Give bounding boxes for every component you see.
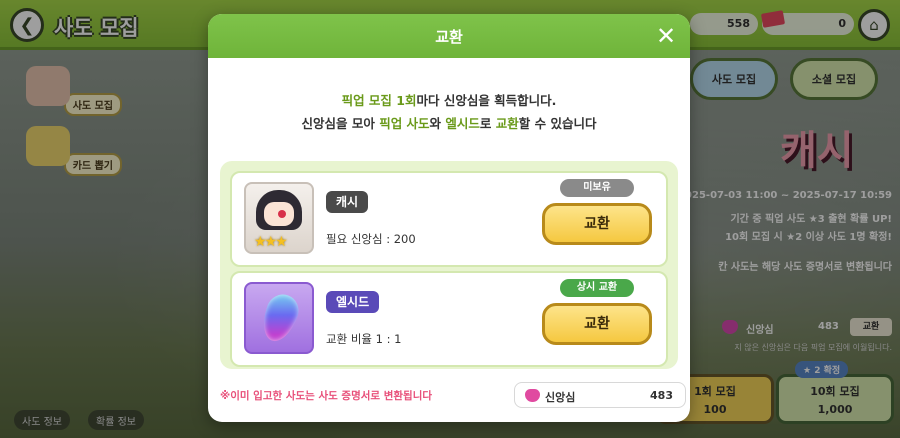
modal-header: 교환 ✕ (208, 14, 690, 58)
description-line-2: 신앙심을 모아 픽업 사도와 엘시드로 교환할 수 있습니다 (208, 113, 690, 132)
item-requirement: 필요 신앙심 : 200 (326, 232, 416, 246)
desc-highlight: 엘시드 (445, 116, 480, 131)
close-icon: ✕ (655, 22, 677, 50)
faith-balance: 신앙심 483 (514, 382, 686, 408)
exchange-modal: 교환 ✕ 픽업 모집 1회마다 신앙심을 획득합니다. 신앙심을 모아 픽업 사… (208, 14, 690, 422)
item-exchange-ratio: 교환 비율 1 : 1 (326, 332, 402, 346)
exchange-button[interactable]: 교환 (542, 203, 652, 245)
exchange-button[interactable]: 교환 (542, 303, 652, 345)
desc-text: 마다 신앙심을 획득합니다. (416, 93, 557, 108)
exchange-list: ★★★ 캐시 필요 신앙심 : 200 미보유 교환 엘시드 교환 비율 1 :… (220, 161, 678, 369)
desc-text: 와 (429, 116, 446, 131)
desc-text: 할 수 있습니다 (518, 116, 597, 131)
status-badge: 상시 교환 (560, 279, 634, 297)
gem-icon (256, 289, 304, 347)
exchange-item-elcid: 엘시드 교환 비율 1 : 1 상시 교환 교환 (230, 271, 668, 367)
desc-text: 로 (479, 116, 496, 131)
modal-title: 교환 (435, 28, 463, 46)
exchange-item-cassie: ★★★ 캐시 필요 신앙심 : 200 미보유 교환 (230, 171, 668, 267)
balance-value: 483 (650, 389, 673, 402)
rarity-stars-icon: ★★★ (254, 234, 288, 250)
desc-highlight: 교환 (495, 116, 519, 131)
heart-icon (525, 389, 540, 402)
desc-highlight: 픽업 사도 (379, 116, 430, 131)
item-name: 엘시드 (326, 291, 380, 313)
desc-highlight: 픽업 모집 1회 (341, 93, 417, 108)
cassie-portrait: ★★★ (244, 182, 314, 254)
close-button[interactable]: ✕ (652, 22, 680, 50)
elcid-gem-image (244, 282, 314, 354)
notice-text: ※이미 입고한 사도는 사도 증명서로 변환됩니다 (220, 390, 433, 402)
desc-text: 신앙심을 모아 (301, 116, 380, 131)
item-name: 캐시 (326, 191, 369, 213)
description-line-1: 픽업 모집 1회마다 신앙심을 획득합니다. (208, 90, 690, 109)
balance-label: 신앙심 (545, 391, 576, 404)
status-badge: 미보유 (560, 179, 634, 197)
